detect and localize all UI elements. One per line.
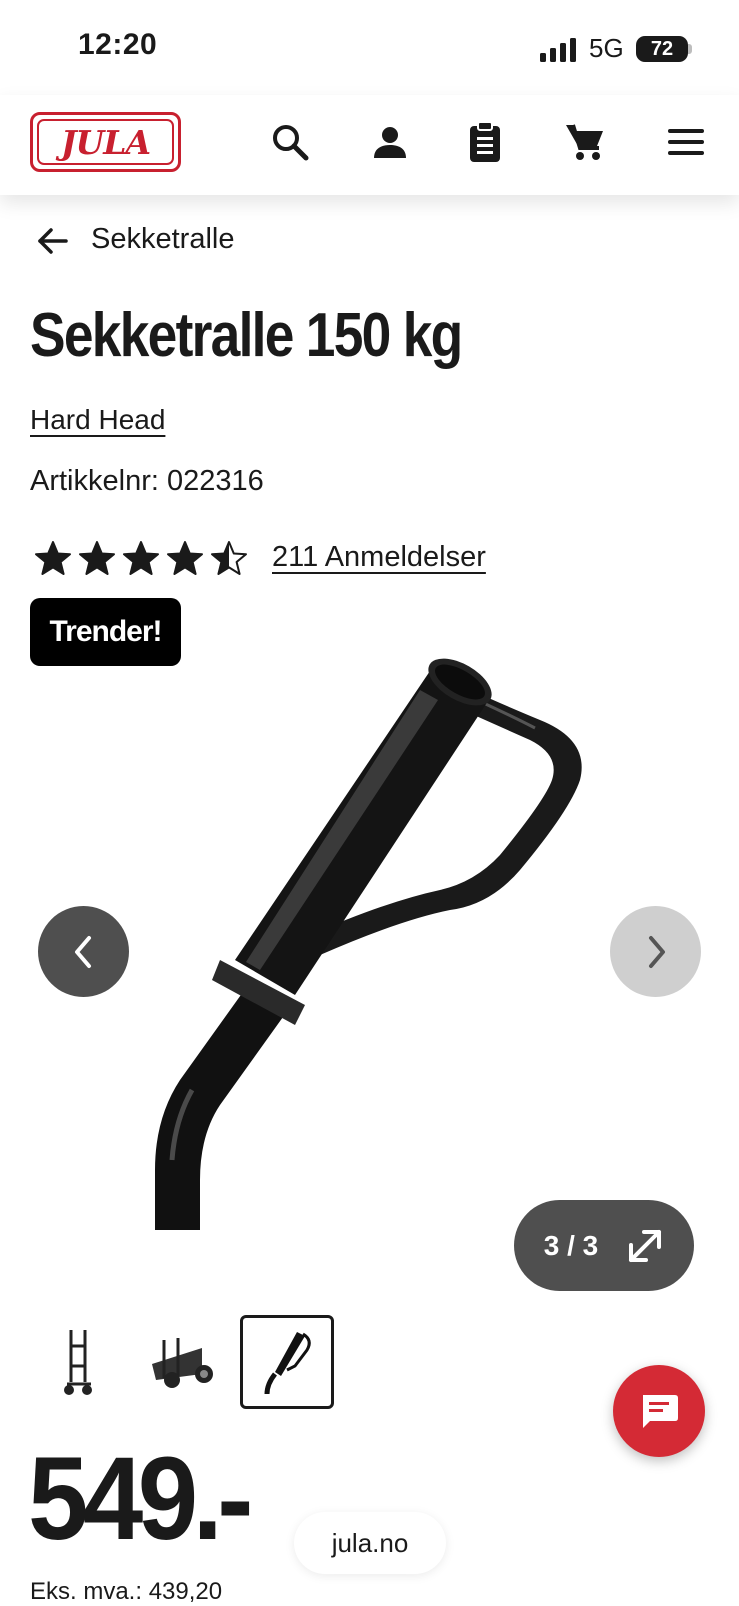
account-icon[interactable] [368,120,412,164]
expand-icon [629,1229,662,1262]
star-icon [35,541,71,575]
star-icon [79,541,115,575]
brand-link[interactable]: Hard Head [30,404,165,436]
reviews-link[interactable]: 211 Anmeldelser [272,541,486,574]
thumbnail-2[interactable] [135,1315,229,1409]
gallery-next-button[interactable] [610,906,701,997]
cart-icon[interactable] [563,120,607,164]
gallery-counter[interactable]: 3 / 3 [514,1200,694,1291]
thumbnail-1[interactable] [30,1315,124,1409]
gallery-counter-text: 3 / 3 [543,1229,599,1261]
thumbnail-3[interactable] [240,1315,334,1409]
clipboard-icon[interactable] [463,120,507,164]
menu-icon[interactable] [664,120,708,164]
rating-stars [34,540,248,580]
logo-text: JULA [37,119,174,165]
price-ex-vat: Eks. mva.: 439,20 [30,1578,223,1605]
breadcrumb[interactable]: Sekketralle [91,223,234,256]
network-type: 5G [589,33,624,63]
jula-logo[interactable]: JULA [30,112,181,172]
search-icon[interactable] [268,120,312,164]
battery-nub [688,44,692,54]
url-bar[interactable]: jula.no [294,1512,446,1574]
chat-button[interactable] [613,1365,705,1457]
page-title: Sekketralle 150 kg [30,301,463,370]
star-icon [123,541,159,575]
star-icon [167,541,203,575]
star-icon [211,541,247,575]
status-time: 12:20 [78,28,158,61]
product-image [155,658,582,1230]
battery-indicator: 72 [636,36,688,62]
price: 549.- [28,1433,253,1565]
chat-icon [643,1395,678,1428]
gallery-prev-button[interactable] [38,906,129,997]
article-number: Artikkelnr: 022316 [30,465,264,497]
back-arrow-icon[interactable] [36,224,70,258]
signal-icon [540,38,576,62]
